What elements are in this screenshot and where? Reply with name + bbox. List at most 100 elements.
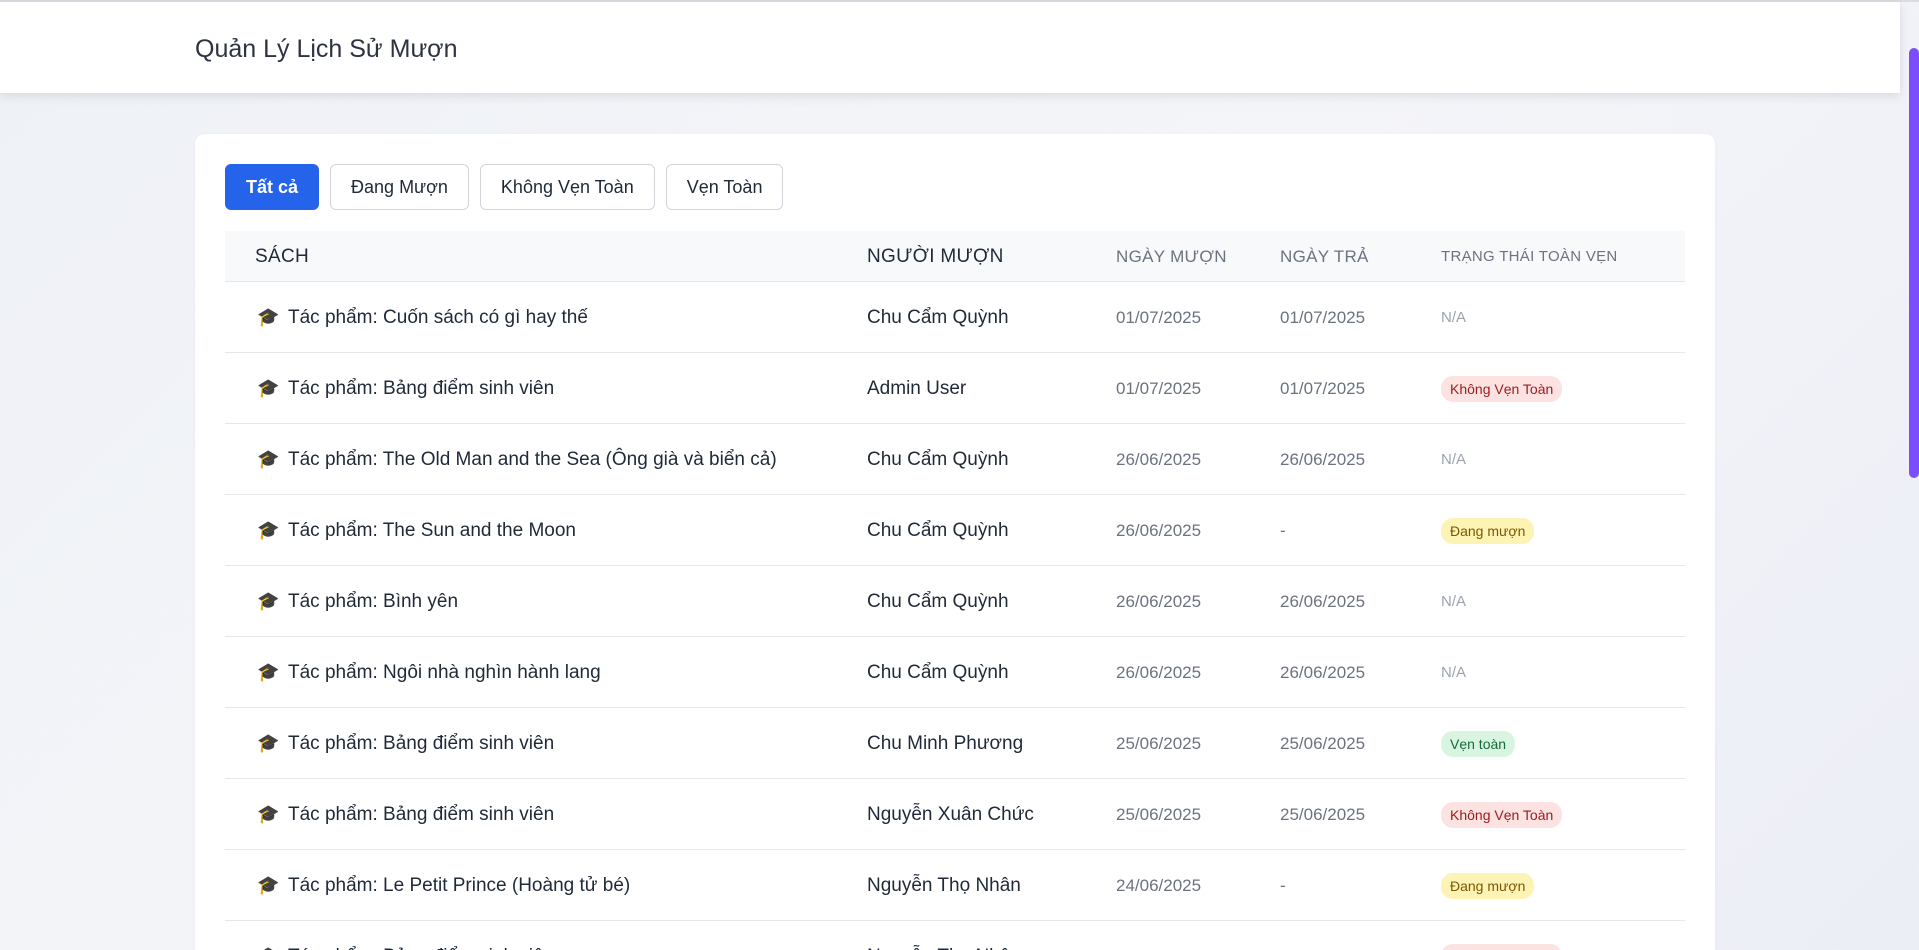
filter-tabs: Tất cả Đang Mượn Không Vẹn Toàn Vẹn Toàn [225,164,784,210]
book-title: Tác phẩm: The Old Man and the Sea (Ông g… [288,448,777,470]
status-badge: Vẹn toàn [1441,730,1516,757]
status-badge: Đang mượn [1441,872,1535,899]
return-date: - [1280,520,1286,540]
graduation-cap-icon: 🎓 [257,946,279,950]
tab-intact[interactable]: Vẹn Toàn [665,164,784,210]
column-header-borrow-date: Ngày mượn [1116,246,1227,266]
table-row[interactable]: 🎓 Tác phẩm: The Old Man and the Sea (Ông … [225,424,1685,495]
book-cell: 🎓 Tác phẩm: Ngôi nhà nghìn hành lang [257,637,601,708]
book-title: Tác phẩm: Bảng điểm sinh viên [288,732,555,754]
status-cell: N/A [1441,637,1466,708]
table-row[interactable]: 🎓 Tác phẩm: Bảng điểm sinh viên Nguyễn Thọ… [225,921,1685,950]
book-cell: 🎓 Tác phẩm: Cuốn sách có gì hay thế [257,282,588,353]
return-date: - [1280,875,1286,895]
status-badge: N/A [1441,663,1467,681]
book-cell: 🎓 Tác phẩm: Le Petit Prince (Hoàng tử bé) [257,850,630,921]
status-badge: Không Vẹn Toàn [1441,375,1563,402]
book-cell: 🎓 Tác phẩm: Bình yên [257,566,458,637]
table-row[interactable]: 🎓 Tác phẩm: Bình yên Chu Cẩm Quỳnh 26/06/20… [225,566,1685,637]
graduation-cap-icon: 🎓 [257,449,280,469]
book-title: Tác phẩm: Bảng điểm sinh viên [288,377,555,399]
column-header-return-date: Ngày trả [1280,246,1369,266]
book-cell: 🎓 Tác phẩm: The Sun and the Moon [257,495,576,566]
table-row[interactable]: 🎓 Tác phẩm: Cuốn sách có gì hay thế Chu Cẩ… [225,282,1685,353]
tab-not-intact[interactable]: Không Vẹn Toàn [479,164,655,210]
tab-all[interactable]: Tất cả [225,164,320,210]
table-row[interactable]: 🎓 Tác phẩm: Ngôi nhà nghìn hành lang Chu C… [225,637,1685,708]
return-date: 26/06/2025 [1280,591,1366,611]
status-cell: Đang mượn [1441,495,1535,566]
borrower-name: Nguyễn Thọ Nhân [867,921,1021,950]
status-badge: Không Vẹn Toàn [1441,801,1563,828]
book-title: Tác phẩm: Bảng điểm sinh viên [288,803,555,825]
table-row[interactable]: 🎓 Tác phẩm: Bảng điểm sinh viên Admin User… [225,353,1685,424]
return-date: 26/06/2025 [1280,662,1366,682]
status-badge: N/A [1441,450,1467,468]
column-header-book: Sách [255,245,309,267]
graduation-cap-icon: 🎓 [257,520,280,540]
status-cell: Vẹn toàn [1441,708,1516,779]
book-title: Tác phẩm: Ngôi nhà nghìn hành lang [288,661,601,683]
return-date: 01/07/2025 [1280,378,1366,398]
table-header: Sách Người mượn Ngày mượn Ngày trả Trạng… [225,231,1685,282]
status-cell: Không Vẹn Toàn [1441,779,1563,850]
borrow-date: 26/06/2025 [1116,591,1202,611]
borrower-name: Chu Cẩm Quỳnh [867,661,1009,683]
graduation-cap-icon: 🎓 [257,307,280,327]
borrower-name: Nguyễn Xuân Chức [867,803,1034,825]
borrower-name: Nguyễn Thọ Nhân [867,874,1021,896]
return-date: 01/07/2025 [1280,307,1366,327]
return-date: 25/06/2025 [1280,804,1366,824]
book-cell: 🎓 Tác phẩm: Bảng điểm sinh viên [257,921,554,950]
status-cell: N/A [1441,566,1466,637]
scrollbar[interactable] [1909,0,1919,950]
status-badge: N/A [1441,592,1467,610]
status-cell: Đang mượn [1441,850,1535,921]
return-date: 26/06/2025 [1280,449,1366,469]
column-header-integrity-status: Trạng thái toàn vẹn [1441,248,1618,265]
column-header-borrower: Người mượn [867,245,1004,267]
page-header: Quản Lý Lịch Sử Mượn [0,2,1900,93]
graduation-cap-icon: 🎓 [257,662,280,682]
table-row[interactable]: 🎓 Tác phẩm: Bảng điểm sinh viên Nguyễn Xuâ… [225,779,1685,850]
borrow-date: 01/07/2025 [1116,307,1202,327]
table-body: 🎓 Tác phẩm: Cuốn sách có gì hay thế Chu Cẩ… [225,282,1685,950]
borrower-name: Chu Minh Phương [867,732,1024,754]
book-title: Tác phẩm: Le Petit Prince (Hoàng tử bé) [288,874,631,896]
graduation-cap-icon: 🎓 [257,733,280,753]
book-cell: 🎓 Tác phẩm: The Old Man and the Sea (Ông … [257,424,777,495]
status-cell: N/A [1441,424,1466,495]
table-row[interactable]: 🎓 Tác phẩm: Le Petit Prince (Hoàng tử bé)… [225,850,1685,921]
status-badge: N/A [1441,308,1467,326]
status-cell: Không Vẹn Toàn [1441,921,1563,950]
history-card: Tất cả Đang Mượn Không Vẹn Toàn Vẹn Toàn… [195,134,1715,950]
status-badge: Đang mượn [1441,517,1535,544]
return-date: 24/06/2025 [1280,921,1365,950]
tab-borrowing[interactable]: Đang Mượn [330,164,469,210]
history-table: Sách Người mượn Ngày mượn Ngày trả Trạng… [225,231,1685,950]
borrower-name: Admin User [867,377,967,399]
graduation-cap-icon: 🎓 [257,875,280,895]
table-row[interactable]: 🎓 Tác phẩm: The Sun and the Moon Chu Cẩm Q… [225,495,1685,566]
borrow-date: 25/06/2025 [1116,733,1202,753]
book-title: Tác phẩm: Bảng điểm sinh viên [288,946,554,950]
graduation-cap-icon: 🎓 [257,378,280,398]
book-title: Tác phẩm: Cuốn sách có gì hay thế [288,306,588,328]
borrow-date: 26/06/2025 [1116,449,1202,469]
borrow-date: 01/07/2025 [1116,378,1202,398]
scrollbar-thumb[interactable] [1909,48,1919,478]
return-date: 25/06/2025 [1280,733,1366,753]
status-cell: Không Vẹn Toàn [1441,353,1563,424]
graduation-cap-icon: 🎓 [257,591,280,611]
borrower-name: Chu Cẩm Quỳnh [867,519,1009,541]
borrow-date: 24/06/2025 [1116,921,1201,950]
borrower-name: Chu Cẩm Quỳnh [867,306,1009,328]
graduation-cap-icon: 🎓 [257,804,280,824]
status-badge: Không Vẹn Toàn [1441,943,1563,950]
borrow-date: 25/06/2025 [1116,804,1202,824]
book-cell: 🎓 Tác phẩm: Bảng điểm sinh viên [257,708,554,779]
borrower-name: Chu Cẩm Quỳnh [867,448,1009,470]
borrow-date: 26/06/2025 [1116,662,1202,682]
table-row[interactable]: 🎓 Tác phẩm: Bảng điểm sinh viên Chu Minh P… [225,708,1685,779]
book-title: Tác phẩm: Bình yên [288,590,459,612]
